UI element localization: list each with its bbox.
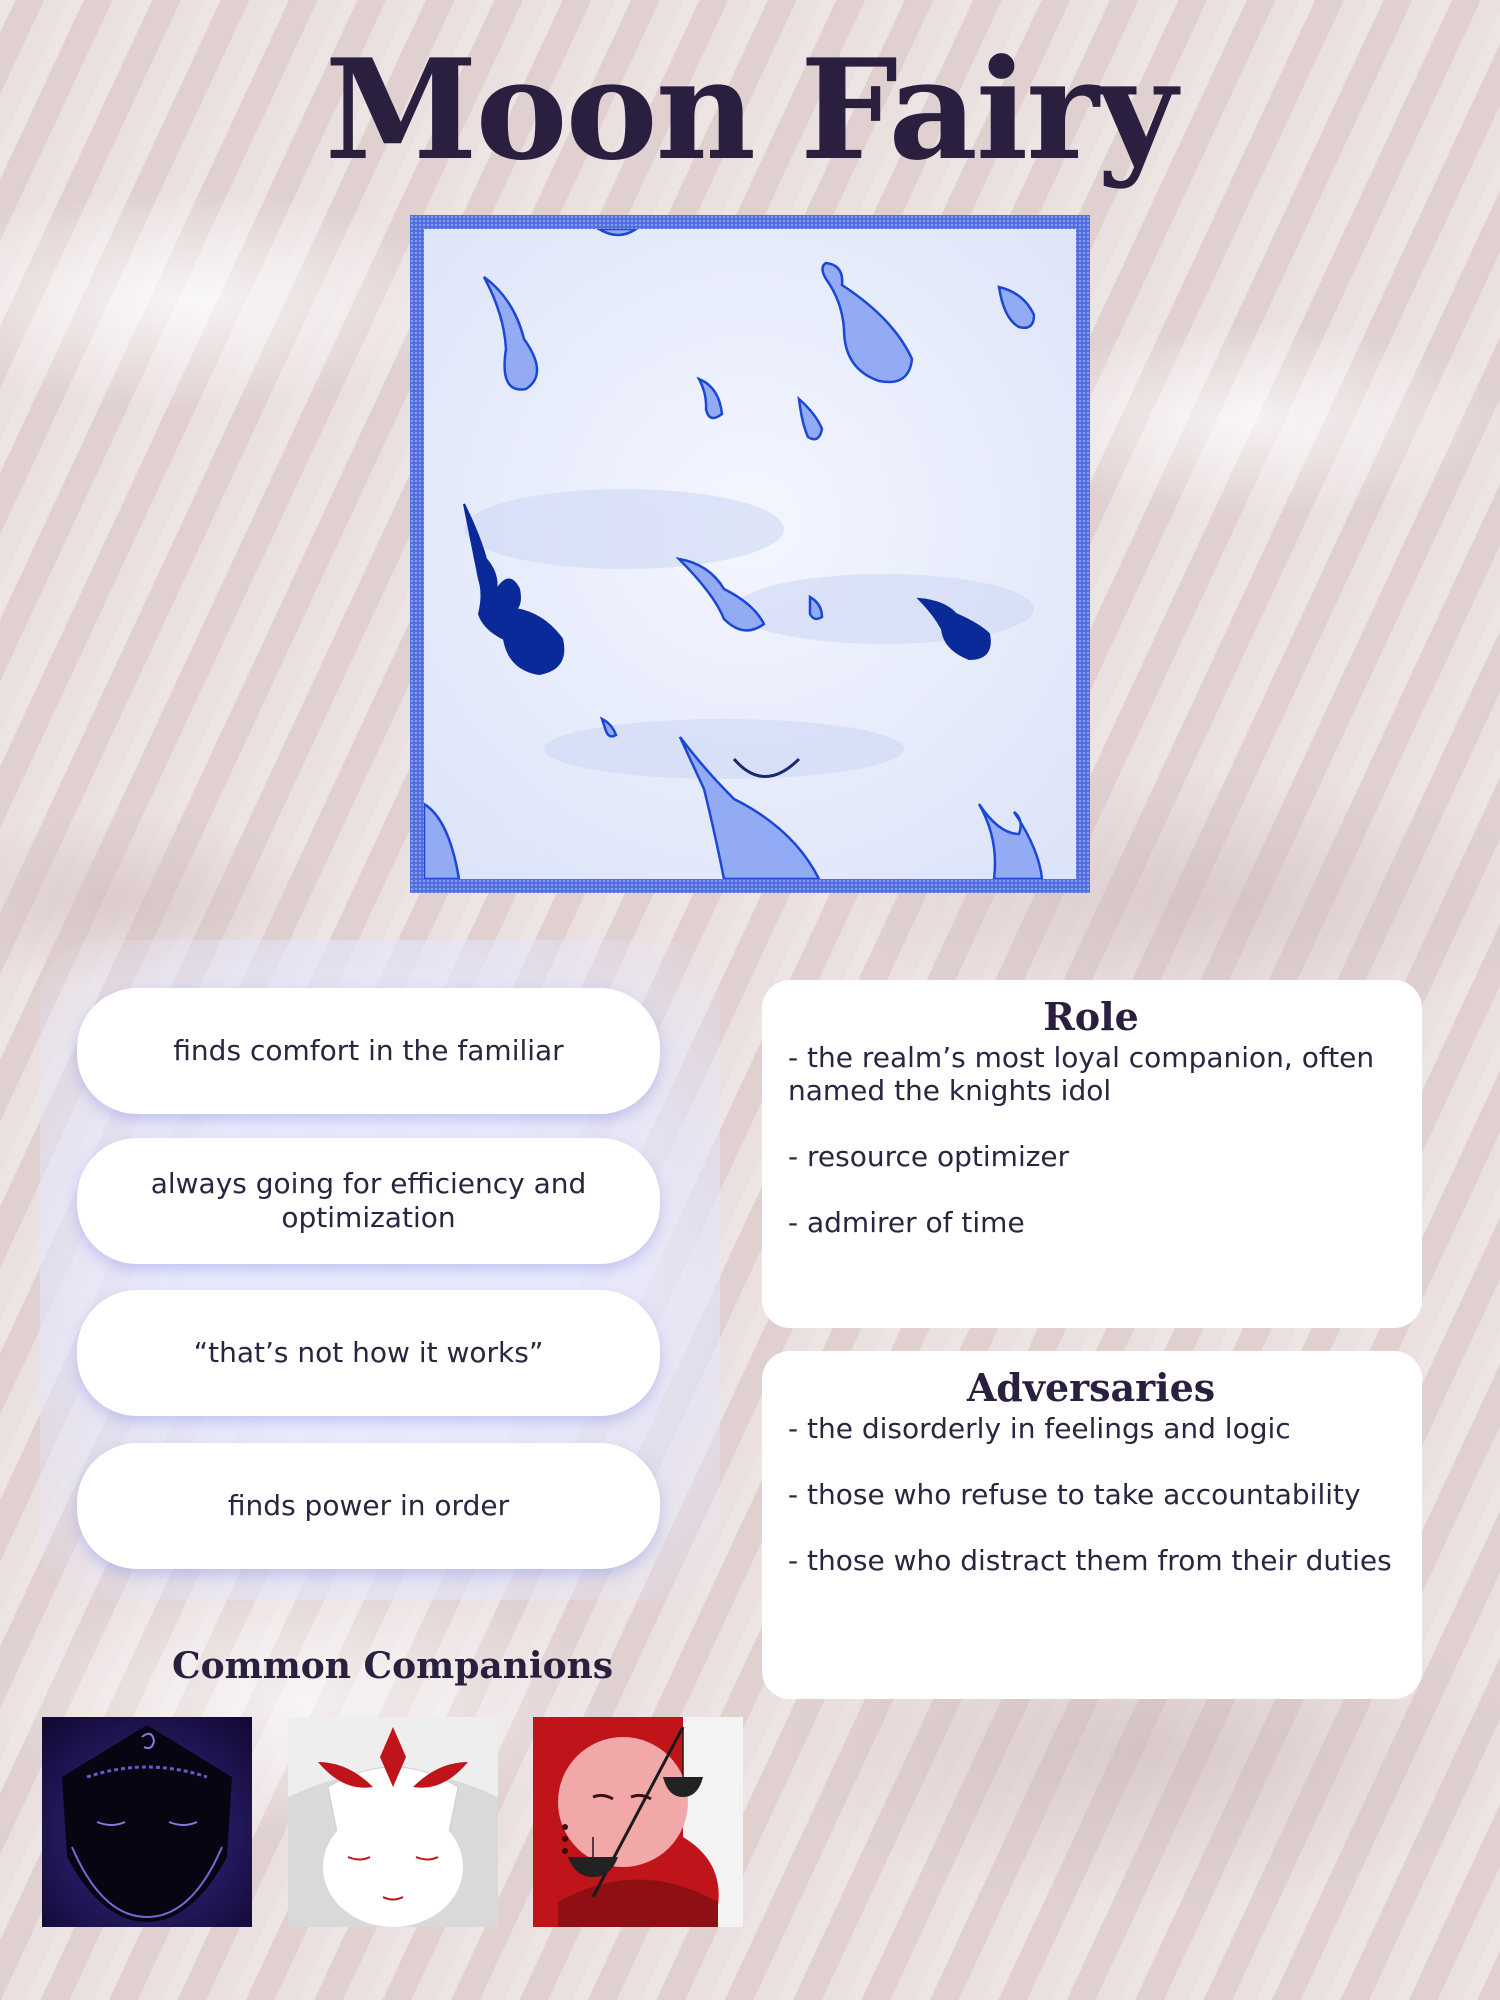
- adversary-item: - those who refuse to take accountabilit…: [788, 1478, 1361, 1511]
- role-item: - the realm’s most loyal companion, ofte…: [788, 1041, 1375, 1107]
- adversaries-list: - the disorderly in feelings and logic -…: [788, 1412, 1394, 1577]
- trait-bubble: finds power in order: [77, 1443, 660, 1569]
- role-card: Role - the realm’s most loyal companion,…: [762, 980, 1422, 1328]
- adversaries-card: Adversaries - the disorderly in feelings…: [762, 1351, 1422, 1699]
- trait-bubble: “that’s not how it works”: [77, 1290, 660, 1416]
- trait-bubble: finds comfort in the familiar: [77, 988, 660, 1114]
- dark-companion-portrait: [42, 1717, 252, 1927]
- adversary-item: - those who distract them from their dut…: [788, 1544, 1392, 1577]
- role-list: - the realm’s most loyal companion, ofte…: [788, 1041, 1394, 1239]
- role-item: - resource optimizer: [788, 1140, 1070, 1173]
- adversary-item: - the disorderly in feelings and logic: [788, 1412, 1291, 1445]
- role-heading: Role: [1043, 994, 1139, 1039]
- hero-artwork: [410, 215, 1090, 893]
- adversaries-heading: Adversaries: [966, 1365, 1216, 1410]
- trait-bubble: always going for efficiency and optimiza…: [77, 1138, 660, 1264]
- companions-heading: Common Companions: [171, 1645, 614, 1687]
- falling-drops-illustration: [424, 229, 1076, 879]
- white-red-companion-portrait: [288, 1717, 498, 1927]
- role-item: - admirer of time: [788, 1206, 1025, 1239]
- scales-companion-portrait: [533, 1717, 743, 1927]
- page-title: Moon Fairy: [324, 28, 1177, 191]
